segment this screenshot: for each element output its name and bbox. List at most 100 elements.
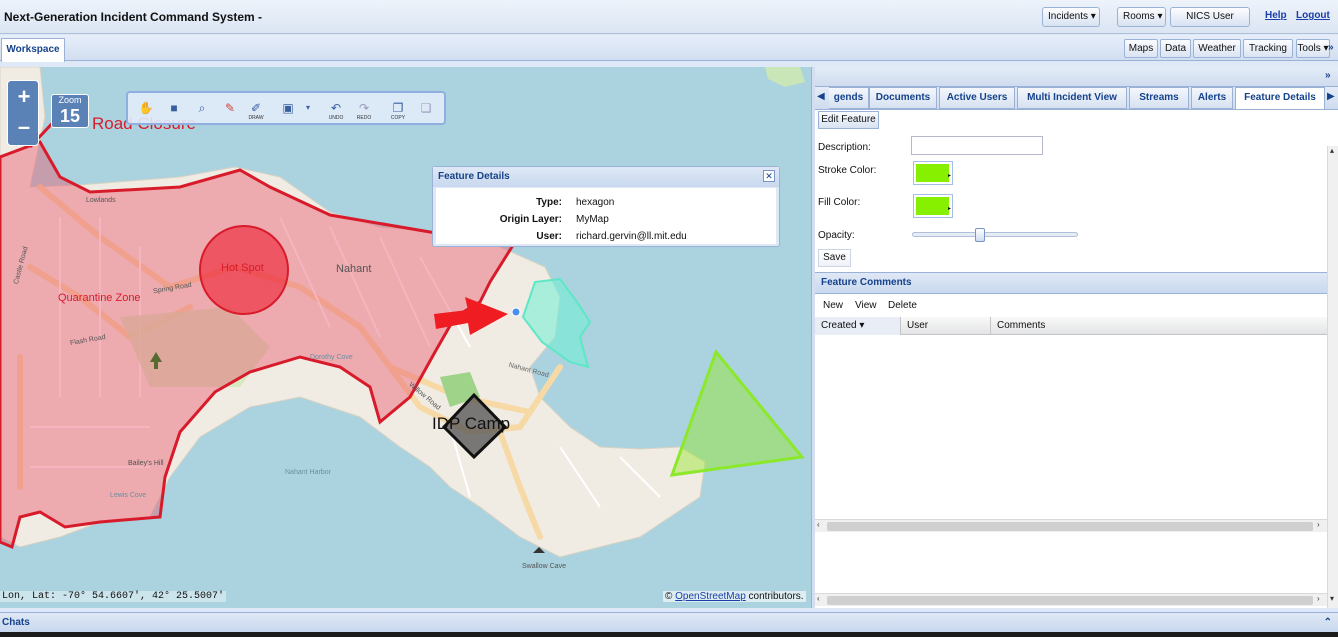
stroke-color-label: Stroke Color:	[818, 165, 877, 176]
user-key: User:	[536, 231, 562, 242]
fill-color-swatch	[916, 197, 949, 215]
scroll-left-icon[interactable]: ‹	[817, 520, 820, 529]
hot-spot-label: Hot Spot	[221, 262, 264, 274]
scrollbar-thumb[interactable]	[827, 596, 1313, 605]
top-bar: Next-Generation Incident Command System …	[0, 0, 1338, 34]
expand-chats-icon[interactable]: ⌃	[1324, 613, 1332, 632]
bottom-edge	[0, 632, 1338, 637]
lowlands-label: Lowlands	[86, 197, 116, 204]
type-value: hexagon	[576, 197, 615, 208]
tab-tracking[interactable]: Tracking	[1243, 39, 1293, 58]
coordinate-readout: Lon, Lat: -70° 54.6607', 42° 25.5007'	[0, 591, 227, 602]
description-input[interactable]	[911, 136, 1043, 155]
collapse-panel-icon[interactable]: »	[1325, 70, 1331, 81]
dorothy-cove-label: Dorothy Cove	[310, 354, 353, 361]
edit-feature-button[interactable]: Edit Feature	[818, 111, 879, 129]
origin-layer-key: Origin Layer:	[499, 214, 562, 225]
rooms-menu-button[interactable]: Rooms ▾	[1117, 7, 1166, 27]
copy-label: COPY	[390, 115, 406, 121]
image-layer-icon[interactable]: ▣	[278, 99, 298, 117]
column-created[interactable]: Created ▾	[815, 317, 901, 335]
column-user[interactable]: User	[901, 317, 991, 335]
copyright-icon: ©	[665, 591, 673, 602]
chats-bar[interactable]: Chats ⌃	[0, 612, 1338, 632]
dropdown-arrow-icon: ▸	[947, 206, 951, 212]
zoom-level-value: 15	[59, 106, 81, 126]
map-attribution: © OpenStreetMap contributors.	[663, 591, 806, 602]
stroke-color-swatch	[916, 164, 949, 182]
tab-alerts[interactable]: Alerts	[1191, 87, 1233, 109]
view-comment-button[interactable]: View	[855, 300, 877, 311]
popup-body: Type: hexagon Origin Layer: MyMap User: …	[436, 188, 776, 244]
new-comment-button[interactable]: New	[823, 300, 843, 311]
chats-title: Chats	[2, 617, 30, 628]
logout-link[interactable]: Logout	[1296, 10, 1330, 21]
scroll-tabs-right-icon[interactable]: ▶	[1327, 91, 1335, 102]
workspace-bar: Workspace Maps Data Weather Tracking Too…	[0, 35, 1338, 62]
undo-label: UNDO	[328, 115, 344, 121]
pan-hand-icon[interactable]: ✋	[136, 99, 156, 117]
tab-workspace[interactable]: Workspace	[1, 38, 65, 62]
panel-vertical-scrollbar[interactable]: ▴ ▾	[1327, 146, 1338, 608]
map-view[interactable]: Road Closure Hot Spot Quarantine Zone ID…	[0, 67, 811, 608]
tab-data[interactable]: Data	[1160, 39, 1191, 58]
help-link[interactable]: Help	[1265, 10, 1287, 21]
triangle-feature	[669, 348, 805, 477]
nahant-harbor-label: Nahant Harbor	[285, 469, 331, 476]
tab-legends[interactable]: gends	[829, 87, 869, 109]
redo-label: REDO	[356, 115, 372, 121]
delete-comment-button[interactable]: Delete	[888, 300, 917, 311]
zoom-level-indicator: Zoom 15	[51, 94, 89, 128]
save-button[interactable]: Save	[818, 249, 851, 267]
tab-streams[interactable]: Streams	[1129, 87, 1189, 109]
origin-layer-value: MyMap	[576, 214, 609, 225]
tools-menu-button[interactable]: Tools ▾	[1296, 39, 1330, 58]
opacity-slider-thumb[interactable]	[975, 228, 985, 242]
stroke-color-picker[interactable]: ▸	[913, 161, 953, 185]
comments-horizontal-scrollbar[interactable]: ‹ ›	[815, 519, 1327, 532]
tab-active-users[interactable]: Active Users	[939, 87, 1015, 109]
zoom-out-button[interactable]: –	[11, 115, 37, 141]
user-value: richard.gervin@ll.mit.edu	[576, 231, 687, 242]
eraser-icon[interactable]: ✎	[220, 99, 240, 117]
bailey-hill-label: Bailey's Hill	[128, 460, 164, 467]
app-title: Next-Generation Incident Command System …	[4, 10, 263, 24]
scrollbar-thumb[interactable]	[827, 522, 1313, 531]
zoom-search-icon[interactable]: ⌕	[192, 99, 212, 117]
tab-feature-details[interactable]: Feature Details	[1235, 87, 1325, 109]
popup-title: Feature Details	[433, 167, 779, 187]
zoom-control: + –	[7, 80, 39, 146]
column-comments[interactable]: Comments	[991, 317, 1327, 335]
scroll-left-icon[interactable]: ‹	[817, 594, 820, 603]
incidents-menu-button[interactable]: Incidents ▾	[1042, 7, 1100, 27]
scroll-up-icon[interactable]: ▴	[1330, 146, 1334, 155]
scroll-down-icon[interactable]: ▾	[1330, 594, 1334, 603]
rectangle-select-icon[interactable]: ■	[164, 99, 184, 117]
draw-label: DRAW	[248, 115, 264, 121]
panel-horizontal-scrollbar[interactable]: ‹ ›	[815, 593, 1327, 606]
user-button[interactable]: NICS User	[1170, 7, 1250, 27]
scroll-right-icon[interactable]: ›	[1317, 594, 1320, 603]
dropdown-arrow-icon[interactable]: ▾	[298, 99, 318, 117]
close-icon[interactable]: ✕	[763, 170, 775, 182]
tab-maps[interactable]: Maps	[1124, 39, 1158, 58]
draw-toolbar: ✋ ■ ⌕ ✎ ✐ DRAW ▣ ▾ ↶ UNDO ↷ REDO ❐ COPY …	[126, 91, 446, 125]
description-label: Description:	[818, 142, 871, 153]
scroll-tabs-left-icon[interactable]: ◀	[817, 91, 825, 102]
paste-icon[interactable]: ❏	[416, 99, 436, 117]
zoom-in-button[interactable]: +	[11, 85, 37, 111]
opacity-label: Opacity:	[818, 230, 855, 241]
type-key: Type:	[536, 197, 562, 208]
osm-link[interactable]: OpenStreetMap	[675, 591, 746, 602]
right-panel: » ◀ gends Documents Active Users Multi I…	[815, 67, 1338, 608]
panel-header: »	[815, 67, 1338, 87]
tab-multi-incident-view[interactable]: Multi Incident View	[1017, 87, 1127, 109]
opacity-slider[interactable]	[912, 228, 1078, 242]
tab-documents[interactable]: Documents	[869, 87, 937, 109]
collapse-right-icon[interactable]: »	[1328, 42, 1334, 53]
dropdown-arrow-icon: ▸	[947, 173, 951, 179]
tab-weather[interactable]: Weather	[1193, 39, 1241, 58]
attribution-text: contributors.	[745, 591, 804, 602]
fill-color-picker[interactable]: ▸	[913, 194, 953, 218]
scroll-right-icon[interactable]: ›	[1317, 520, 1320, 529]
